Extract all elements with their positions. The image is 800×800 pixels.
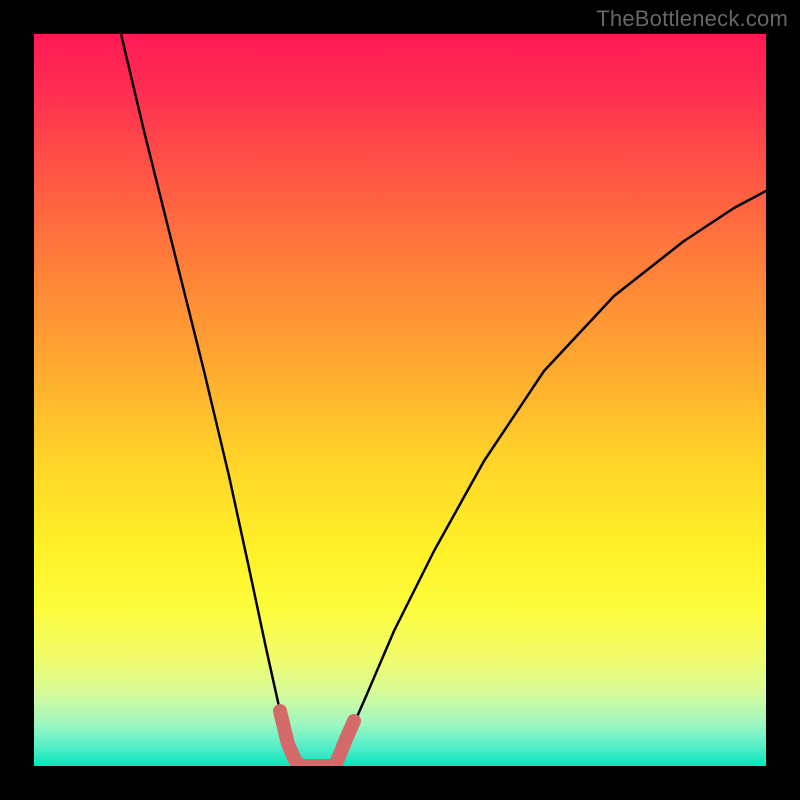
chart-svg xyxy=(34,34,766,766)
curve-right-branch xyxy=(335,191,766,766)
plot-area xyxy=(34,34,766,766)
highlight-left xyxy=(280,711,300,766)
curve-left-branch xyxy=(121,34,300,766)
watermark-text: TheBottleneck.com xyxy=(596,6,788,32)
highlight-right xyxy=(335,721,354,766)
